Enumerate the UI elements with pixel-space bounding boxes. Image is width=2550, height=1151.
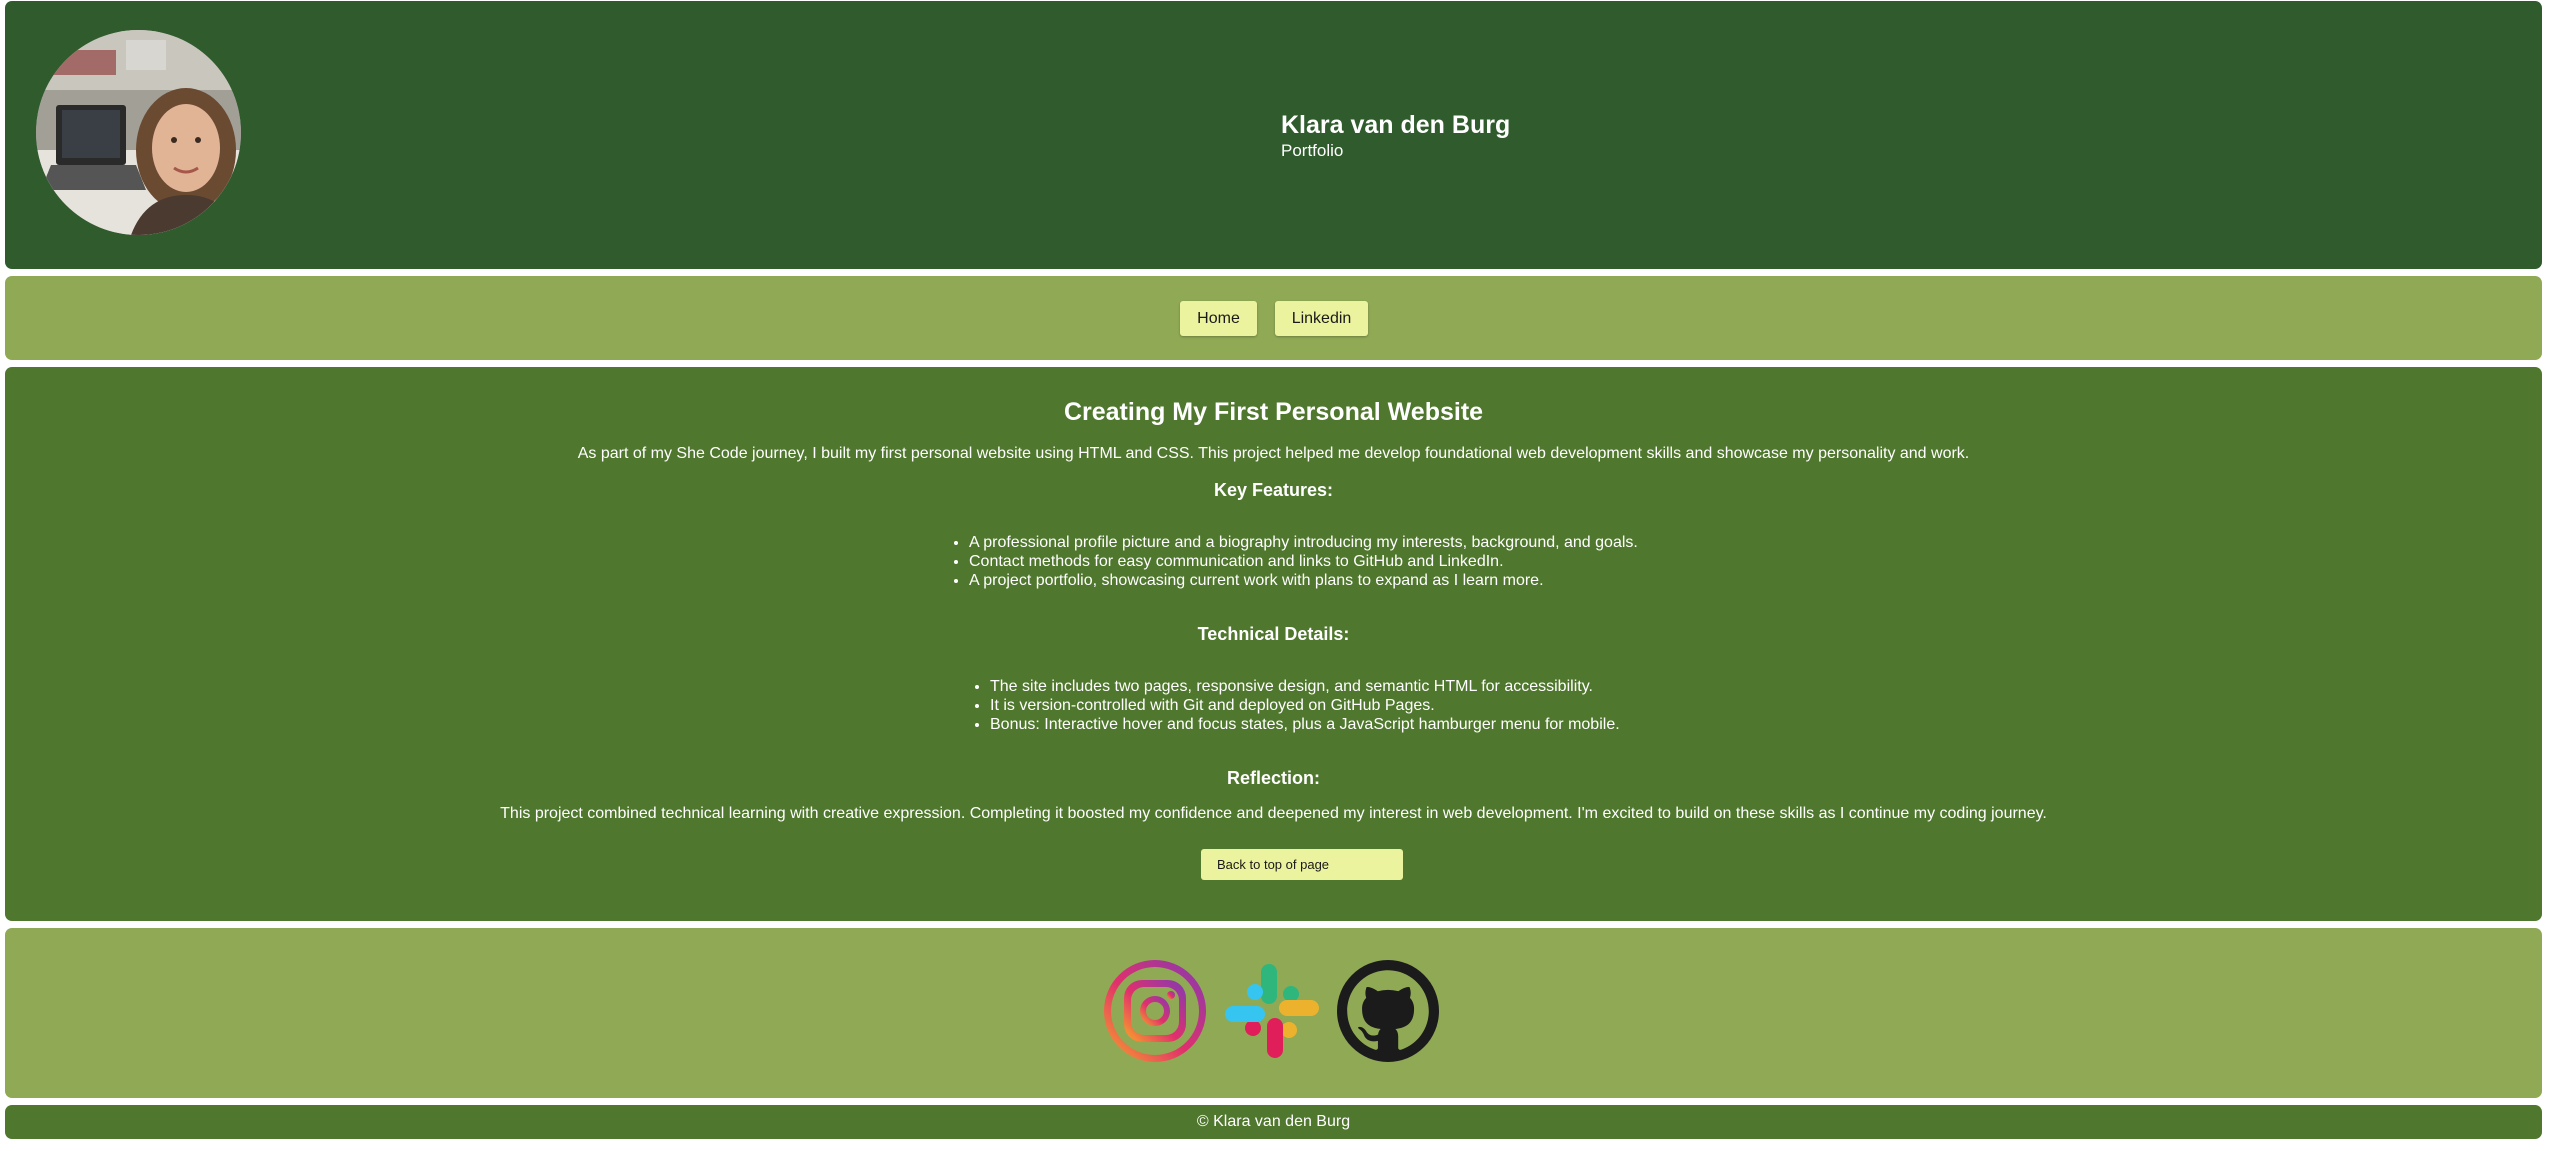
copyright-text: © Klara van den Burg (1196, 1113, 1351, 1130)
main-content: Creating My First Personal Website As pa… (5, 367, 2542, 921)
list-item: Bonus: Interactive hover and focus state… (990, 715, 1620, 734)
slack-icon[interactable] (1221, 960, 1323, 1062)
site-name: Klara van den Burg (1281, 111, 1511, 139)
reflection-heading: Reflection: (1226, 768, 1320, 788)
site-header: Klara van den Burg Portfolio (5, 1, 2542, 269)
list-item: A project portfolio, showcasing current … (969, 571, 1638, 590)
intro-text: As part of my She Code journey, I built … (577, 445, 1970, 462)
list-item: Contact methods for easy communication a… (969, 552, 1638, 571)
reflection-text: This project combined technical learning… (500, 805, 2047, 822)
nav-linkedin-button[interactable]: Linkedin (1275, 301, 1368, 336)
key-features-list: A professional profile picture and a bio… (949, 533, 1638, 590)
github-icon[interactable] (1337, 960, 1439, 1062)
article-title: Creating My First Personal Website (1063, 398, 1484, 426)
header-text: Klara van den Burg Portfolio (1281, 110, 1510, 162)
page: Klara van den Burg Portfolio Home Linked… (0, 0, 2550, 1151)
back-to-top-button[interactable]: Back to top of page (1201, 849, 1403, 880)
key-features-heading: Key Features: (1213, 480, 1334, 500)
profile-avatar (36, 30, 241, 235)
technical-details-heading: Technical Details: (1197, 624, 1350, 644)
site-footer: © Klara van den Burg (5, 1105, 2542, 1139)
instagram-icon[interactable] (1104, 960, 1206, 1062)
technical-details-list: The site includes two pages, responsive … (970, 677, 1620, 734)
list-item: The site includes two pages, responsive … (990, 677, 1620, 696)
list-item: It is version-controlled with Git and de… (990, 696, 1620, 715)
social-links (5, 928, 2542, 1098)
nav-home-button[interactable]: Home (1180, 301, 1257, 336)
list-item: A professional profile picture and a bio… (969, 533, 1638, 552)
main-nav: Home Linkedin (5, 276, 2542, 360)
site-subtitle: Portfolio (1281, 141, 1344, 160)
